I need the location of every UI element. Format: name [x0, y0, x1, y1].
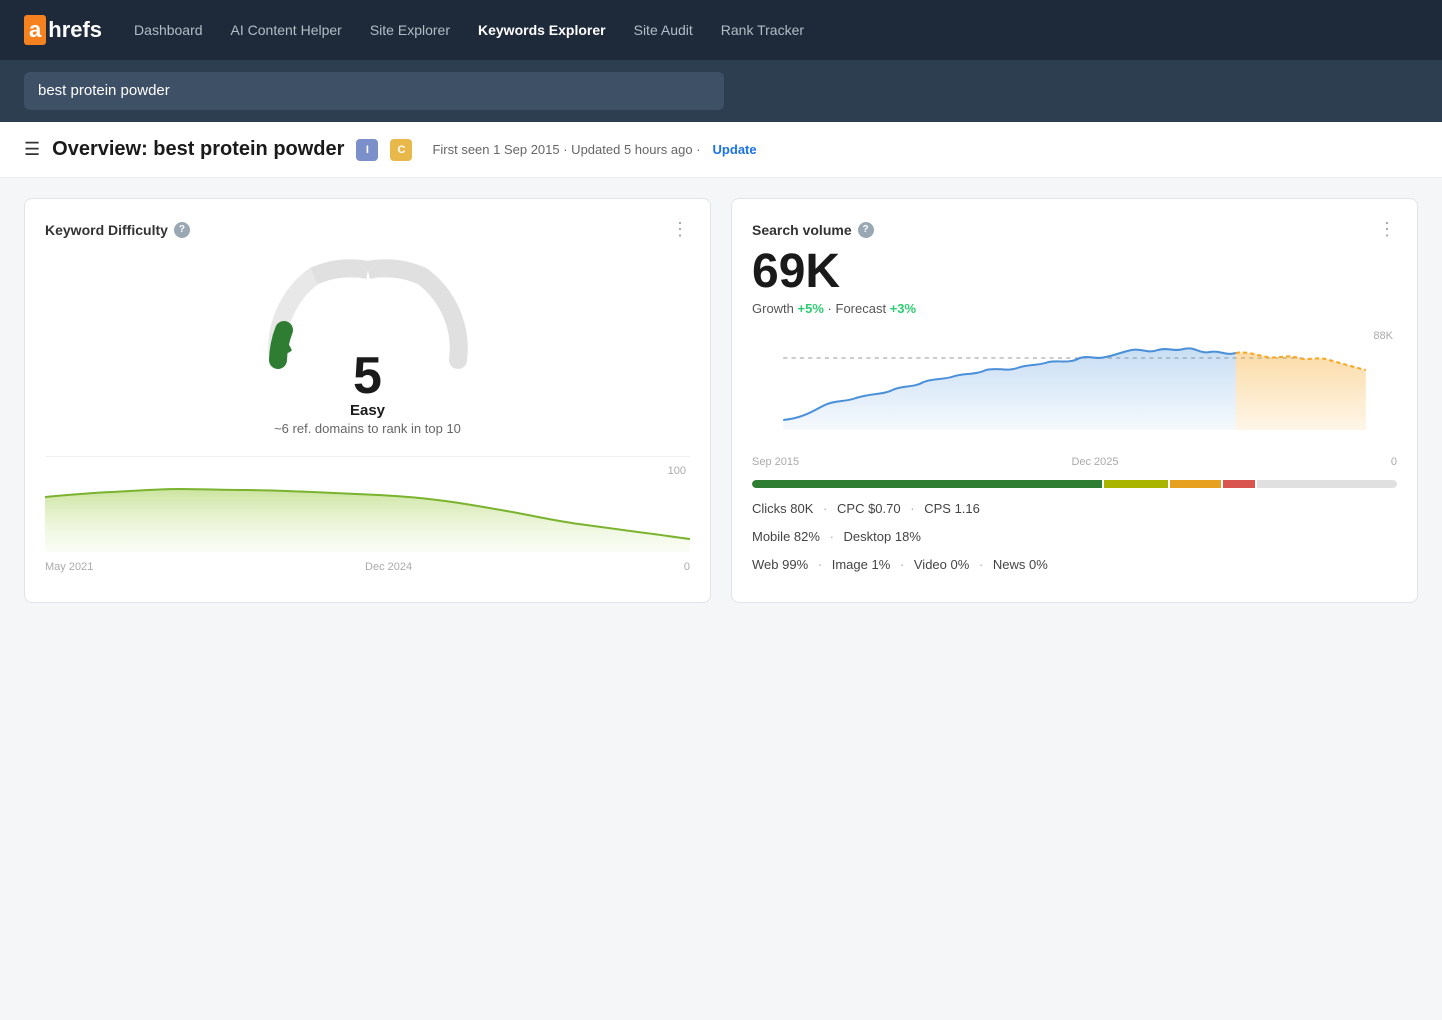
sv-forecast-label: Forecast: [836, 301, 887, 316]
sv-dot1: ·: [828, 301, 836, 316]
keyword-difficulty-card: Keyword Difficulty ? ⋮ 5 Easy: [24, 198, 711, 603]
badge-i: I: [356, 139, 378, 161]
desktop-value: 18%: [895, 529, 921, 544]
kd-menu-dots[interactable]: ⋮: [671, 219, 690, 240]
sv-main-chart: [752, 330, 1397, 445]
kd-title-text: Keyword Difficulty: [45, 222, 168, 238]
kd-chart-end: Dec 2024: [365, 561, 412, 573]
nav-site-audit[interactable]: Site Audit: [634, 22, 693, 38]
kd-card-title: Keyword Difficulty ?: [45, 222, 190, 238]
sv-help-icon[interactable]: ?: [858, 222, 874, 238]
desktop-label: Desktop: [844, 529, 895, 544]
kd-chart-area: 100 May 2021 Dec 2024 0: [45, 456, 690, 566]
logo-text: hrefs: [48, 17, 102, 43]
click-bar-seg-4: [1223, 480, 1255, 488]
mobile-label: Mobile: [752, 529, 794, 544]
nav-rank-tracker[interactable]: Rank Tracker: [721, 22, 804, 38]
sv-chart-max: 88K: [1373, 330, 1393, 342]
sv-chart-start: Sep 2015: [752, 456, 799, 468]
update-link[interactable]: Update: [713, 142, 757, 157]
stats-type-row: Web 99% · Image 1% · Video 0% · News 0%: [752, 554, 1397, 576]
badge-c: C: [390, 139, 412, 161]
search-input[interactable]: [38, 82, 710, 99]
cps-value: 1.16: [955, 501, 980, 516]
navbar: a hrefs Dashboard AI Content Helper Site…: [0, 0, 1442, 60]
gauge-container: 5 Easy ~6 ref. domains to rank in top 10: [45, 250, 690, 436]
kd-sublabel: ~6 ref. domains to rank in top 10: [274, 421, 461, 436]
search-bar: [0, 60, 1442, 122]
web-label: Web: [752, 557, 782, 572]
nav-keywords-explorer[interactable]: Keywords Explorer: [478, 22, 606, 38]
sv-menu-dots[interactable]: ⋮: [1378, 219, 1397, 240]
news-label: News: [993, 557, 1029, 572]
clicks-value: 80K: [790, 501, 813, 516]
click-bar-seg-5: [1257, 480, 1397, 488]
stats-device-row: Mobile 82% · Desktop 18%: [752, 526, 1397, 548]
click-bar-seg-2: [1104, 480, 1168, 488]
main-content: Keyword Difficulty ? ⋮ 5 Easy: [0, 178, 1442, 623]
sv-chart-end: Dec 2025: [1071, 456, 1118, 468]
nav-links: Dashboard AI Content Helper Site Explore…: [134, 22, 804, 38]
cpc-label: CPC: [837, 501, 868, 516]
kd-chart-axis-bottom: May 2021 Dec 2024 0: [45, 561, 690, 573]
sv-card-title: Search volume ?: [752, 222, 874, 238]
kd-chart-zero: 0: [684, 561, 690, 573]
overview-header: ☰ Overview: best protein powder I C Firs…: [0, 122, 1442, 178]
cpc-value: $0.70: [868, 501, 901, 516]
web-value: 99%: [782, 557, 808, 572]
search-volume-card: Search volume ? ⋮ 69K Growth +5% · Forec…: [731, 198, 1418, 603]
search-input-wrap: [24, 72, 724, 110]
nav-ai-content[interactable]: AI Content Helper: [231, 22, 342, 38]
kd-chart-start: May 2021: [45, 561, 93, 573]
sv-growth-value: +5%: [798, 301, 824, 316]
sv-chart-zero: 0: [1391, 456, 1397, 468]
mobile-value: 82%: [794, 529, 820, 544]
video-label: Video: [914, 557, 951, 572]
image-value: 1%: [871, 557, 890, 572]
cps-label: CPS: [924, 501, 954, 516]
click-bar: [752, 480, 1397, 488]
click-bar-seg-1: [752, 480, 1102, 488]
sv-forecast-value: +3%: [890, 301, 916, 316]
overview-title: Overview: best protein powder: [52, 138, 344, 161]
news-value: 0%: [1029, 557, 1048, 572]
kd-mini-chart: [45, 467, 690, 552]
video-value: 0%: [951, 557, 970, 572]
sv-card-header: Search volume ? ⋮: [752, 219, 1397, 240]
stats-clicks-row: Clicks 80K · CPC $0.70 · CPS 1.16: [752, 498, 1397, 520]
hamburger-icon[interactable]: ☰: [24, 139, 40, 160]
logo-a: a: [24, 15, 46, 45]
sv-chart-wrap: 88K: [752, 330, 1397, 450]
clicks-label: Clicks: [752, 501, 790, 516]
sv-chart-axis-bottom: Sep 2015 Dec 2025 0: [752, 456, 1397, 468]
sv-growth: Growth +5% · Forecast +3%: [752, 301, 1397, 316]
logo[interactable]: a hrefs: [24, 15, 102, 45]
overview-meta: First seen 1 Sep 2015 · Updated 5 hours …: [432, 142, 700, 157]
kd-score: 5: [353, 350, 382, 402]
sv-growth-label: Growth: [752, 301, 794, 316]
kd-label: Easy: [350, 402, 385, 419]
sv-value: 69K: [752, 244, 1397, 299]
kd-help-icon[interactable]: ?: [174, 222, 190, 238]
click-bar-seg-3: [1170, 480, 1221, 488]
kd-chart-max: 100: [668, 465, 686, 477]
kd-card-header: Keyword Difficulty ? ⋮: [45, 219, 690, 240]
nav-dashboard[interactable]: Dashboard: [134, 22, 203, 38]
image-label: Image: [832, 557, 872, 572]
nav-site-explorer[interactable]: Site Explorer: [370, 22, 450, 38]
sv-title-text: Search volume: [752, 222, 852, 238]
